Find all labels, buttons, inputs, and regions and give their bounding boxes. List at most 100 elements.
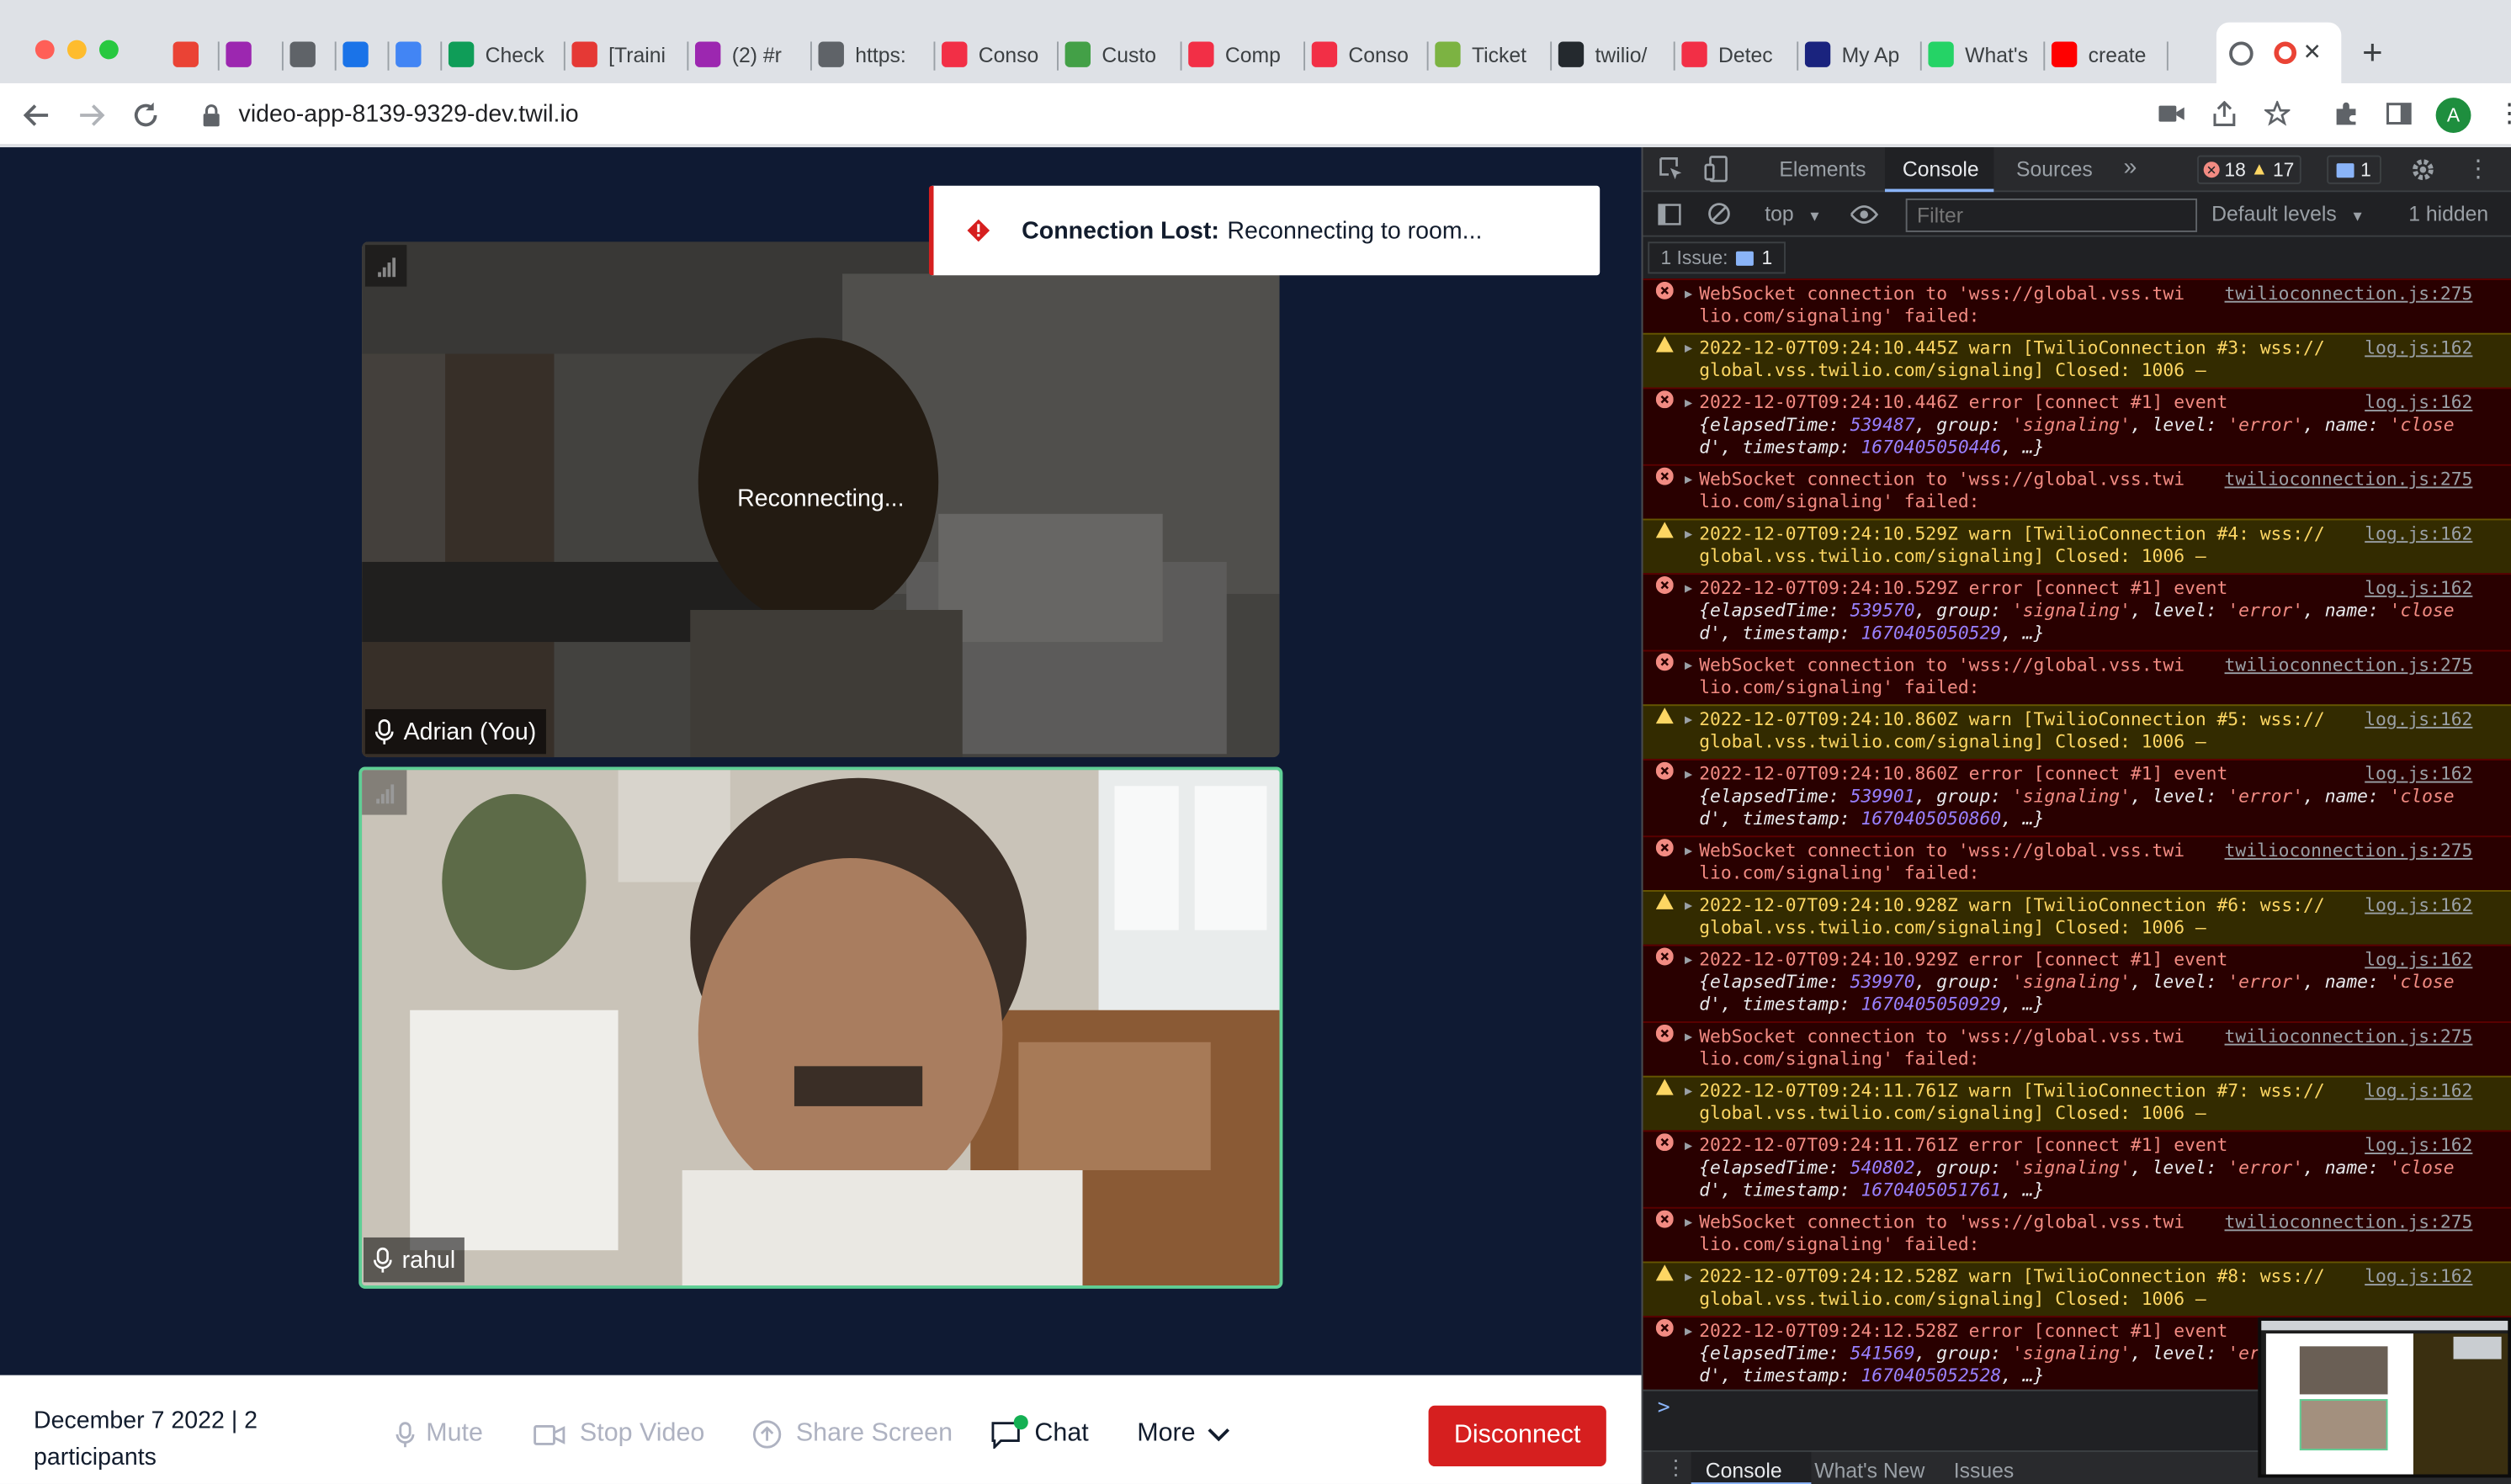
- console-entry[interactable]: ▶ 2022-12-07T09:24:10.529Z error [connect…: [1643, 573, 2511, 650]
- share-screen-button[interactable]: Share Screen: [752, 1420, 953, 1449]
- tab-7[interactable]: (2) #r: [694, 32, 805, 77]
- drawer-tab-issues[interactable]: Issues: [1954, 1459, 2015, 1483]
- console-entry[interactable]: ▶ 2022-12-07T09:24:10.929Z error [connect…: [1643, 944, 2511, 1022]
- tab-2[interactable]: [289, 32, 330, 77]
- live-expression-eye-icon[interactable]: [1850, 205, 1879, 225]
- tab-1[interactable]: [226, 32, 277, 77]
- issue-counters[interactable]: ✕ 18 ▲ 17: [2197, 155, 2301, 184]
- tab-16[interactable]: My Ap: [1804, 32, 1915, 77]
- tab-14[interactable]: twilio/: [1558, 32, 1669, 77]
- participant-tile-rahul[interactable]: rahul: [358, 766, 1283, 1289]
- new-tab-button[interactable]: +: [2362, 32, 2382, 73]
- settings-gear-icon[interactable]: [2410, 156, 2435, 182]
- drawer-tab-whats-new[interactable]: What's New: [1814, 1459, 1924, 1483]
- devtools-menu-kebab-icon[interactable]: ⋮: [2466, 154, 2491, 183]
- camera-indicator-icon[interactable]: [2154, 96, 2190, 131]
- participant-tile-adrian[interactable]: Reconnecting... Adrian (You): [362, 241, 1280, 758]
- tab-6[interactable]: [Traini: [571, 32, 682, 77]
- tab-elements[interactable]: Elements: [1779, 156, 1866, 181]
- console-filter-input[interactable]: [1905, 198, 2198, 232]
- expand-triangle-icon[interactable]: ▶: [1685, 1266, 1692, 1289]
- console-entry[interactable]: ▶ 2022-12-07T09:24:12.528Z warn [TwilioCo…: [1643, 1261, 2511, 1317]
- issues-link[interactable]: 1 Issue: 1: [1648, 241, 1786, 274]
- expand-triangle-icon[interactable]: ▶: [1685, 392, 1692, 415]
- tab-3[interactable]: [342, 32, 383, 77]
- extensions-puzzle-icon[interactable]: [2328, 96, 2364, 131]
- tab-active[interactable]: ✕: [2216, 22, 2342, 83]
- tab-15[interactable]: Detec: [1681, 32, 1792, 77]
- console-entry[interactable]: ▶ 2022-12-07T09:24:10.446Z error [connect…: [1643, 387, 2511, 464]
- zoom-window-button[interactable]: [98, 40, 119, 60]
- more-button[interactable]: More: [1137, 1420, 1230, 1449]
- log-source-link[interactable]: twilioconnection.js:275: [2225, 840, 2473, 863]
- minimize-window-button[interactable]: [66, 40, 87, 60]
- more-tabs-icon[interactable]: »: [2124, 154, 2137, 181]
- log-source-link[interactable]: twilioconnection.js:275: [2225, 469, 2473, 492]
- expand-triangle-icon[interactable]: ▶: [1685, 1321, 1692, 1344]
- expand-triangle-icon[interactable]: ▶: [1685, 895, 1692, 918]
- console-entry[interactable]: ▶ 2022-12-07T09:24:10.445Z warn [TwilioCo…: [1643, 332, 2511, 388]
- sidebar-toggle-icon[interactable]: [1658, 204, 1682, 226]
- tab-4[interactable]: [395, 32, 436, 77]
- screen-recording-preview[interactable]: [2258, 1317, 2511, 1478]
- tab-18[interactable]: create: [2051, 32, 2162, 77]
- expand-triangle-icon[interactable]: ▶: [1685, 1080, 1692, 1103]
- drawer-tab-console[interactable]: Console: [1691, 1451, 1812, 1484]
- log-source-link[interactable]: log.js:162: [2365, 764, 2472, 787]
- log-source-link[interactable]: log.js:162: [2365, 392, 2472, 415]
- tab-sources[interactable]: Sources: [2016, 156, 2093, 181]
- tab-17[interactable]: What's: [1928, 32, 2038, 77]
- log-source-link[interactable]: log.js:162: [2365, 1135, 2472, 1158]
- log-source-link[interactable]: twilioconnection.js:275: [2225, 1026, 2473, 1049]
- console-entry[interactable]: ▶ 2022-12-07T09:24:10.860Z error [connect…: [1643, 758, 2511, 836]
- mute-button[interactable]: Mute: [395, 1420, 483, 1449]
- expand-triangle-icon[interactable]: ▶: [1685, 949, 1692, 972]
- inspect-element-icon[interactable]: [1659, 156, 1684, 181]
- expand-triangle-icon[interactable]: ▶: [1685, 709, 1692, 732]
- device-toolbar-icon[interactable]: [1704, 156, 1728, 183]
- expand-triangle-icon[interactable]: ▶: [1685, 469, 1692, 492]
- expand-triangle-icon[interactable]: ▶: [1685, 523, 1692, 546]
- expand-triangle-icon[interactable]: ▶: [1685, 284, 1692, 306]
- console-entry[interactable]: ▶ 2022-12-07T09:24:10.860Z warn [TwilioCo…: [1643, 704, 2511, 759]
- console-entry[interactable]: ▶ WebSocket connection to 'wss://global.v…: [1643, 1021, 2511, 1076]
- expand-triangle-icon[interactable]: ▶: [1685, 338, 1692, 361]
- tab-9[interactable]: Conso: [942, 32, 1052, 77]
- console-entry[interactable]: ▶ 2022-12-07T09:24:11.761Z error [connect…: [1643, 1130, 2511, 1207]
- tab-11[interactable]: Comp: [1188, 32, 1298, 77]
- console-entry[interactable]: ▶ 2022-12-07T09:24:11.761Z warn [TwilioCo…: [1643, 1075, 2511, 1131]
- log-levels-dropdown[interactable]: Default levels ▼: [2211, 202, 2365, 226]
- tab-5[interactable]: Check: [448, 32, 559, 77]
- close-window-button[interactable]: [35, 40, 55, 60]
- close-tab-icon[interactable]: ✕: [2303, 39, 2322, 66]
- tab-8[interactable]: https:: [818, 32, 928, 77]
- share-icon[interactable]: [2206, 96, 2242, 131]
- expand-triangle-icon[interactable]: ▶: [1685, 578, 1692, 601]
- tab-10[interactable]: Custo: [1064, 32, 1176, 77]
- log-source-link[interactable]: log.js:162: [2365, 578, 2472, 601]
- disconnect-button[interactable]: Disconnect: [1428, 1405, 1606, 1467]
- clear-console-icon[interactable]: [1707, 202, 1732, 226]
- chat-button[interactable]: Chat: [991, 1414, 1089, 1450]
- forward-button[interactable]: [72, 96, 111, 135]
- console-entry[interactable]: ▶ 2022-12-07T09:24:10.928Z warn [TwilioCo…: [1643, 890, 2511, 945]
- side-panel-icon[interactable]: [2381, 96, 2417, 131]
- expand-triangle-icon[interactable]: ▶: [1685, 764, 1692, 787]
- console-entry[interactable]: ▶ WebSocket connection to 'wss://global.v…: [1643, 835, 2511, 891]
- bookmark-star-icon[interactable]: [2259, 96, 2295, 131]
- tab-12[interactable]: Conso: [1311, 32, 1422, 77]
- console-entry[interactable]: ▶ WebSocket connection to 'wss://global.v…: [1643, 278, 2511, 333]
- log-source-link[interactable]: twilioconnection.js:275: [2225, 1211, 2473, 1234]
- log-source-link[interactable]: twilioconnection.js:275: [2225, 284, 2473, 306]
- reload-button[interactable]: [126, 96, 165, 135]
- drawer-menu-kebab-icon[interactable]: ⋮: [1665, 1455, 1686, 1481]
- log-source-link[interactable]: log.js:162: [2365, 949, 2472, 972]
- address-bar[interactable]: video-app-8139-9329-dev.twil.io: [182, 91, 2313, 140]
- tab-13[interactable]: Ticket: [1435, 32, 1545, 77]
- log-source-link[interactable]: twilioconnection.js:275: [2225, 655, 2473, 677]
- log-source-link[interactable]: log.js:162: [2365, 523, 2472, 546]
- console-entry[interactable]: ▶ WebSocket connection to 'wss://global.v…: [1643, 1206, 2511, 1262]
- tab-0[interactable]: [173, 32, 214, 77]
- expand-triangle-icon[interactable]: ▶: [1685, 1211, 1692, 1234]
- info-counter[interactable]: 1: [2327, 155, 2381, 184]
